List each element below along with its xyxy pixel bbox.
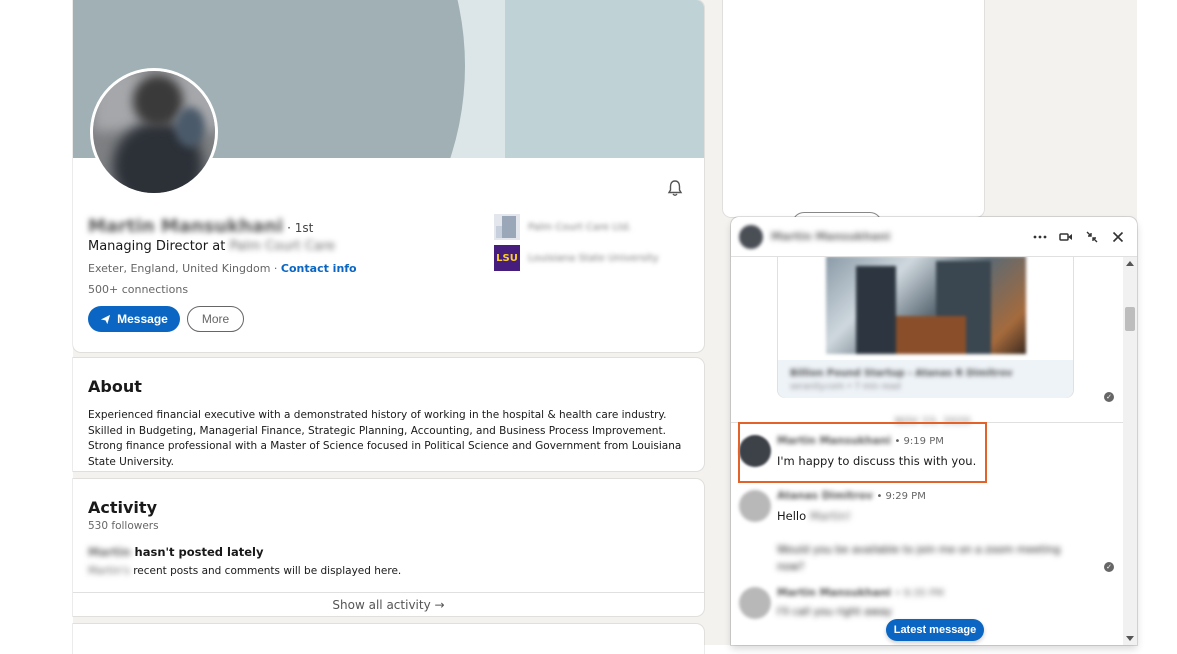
shared-link-card[interactable]: Billion Pound Startup - Atanas R Dimitro… [777,257,1074,398]
more-button[interactable]: More [187,306,244,332]
current-company[interactable]: Palm Court Care Ltd. [494,214,631,240]
seen-check-icon: ✓ [1104,562,1114,572]
followers-count: 530 followers [88,520,159,532]
scroll-thumb[interactable] [1125,307,1135,331]
message-scrollbar[interactable] [1123,257,1137,645]
minimize-icon[interactable] [1084,229,1100,245]
show-all-activity-button[interactable]: Show all activity → [73,592,704,616]
message-text: I'll call you right away [777,606,892,618]
link-title: Billion Pound Startup - Atanas R Dimitro… [790,368,1013,379]
activity-status: Martin hasn't posted lately [88,545,264,559]
about-text: Experienced financial executive with a d… [88,409,682,468]
scroll-up-icon[interactable] [1126,261,1134,266]
lsu-logo: LSU [494,245,520,271]
education-school[interactable]: LSU Louisiana State University [494,245,658,271]
link-thumbnail [826,257,1026,354]
connection-degree: · 1st [287,221,314,235]
connections-count: 500+ connections [88,283,189,296]
about-card: About Experienced financial executive wi… [73,358,704,471]
close-icon[interactable] [1110,229,1126,245]
conversation-name: Martin Mansukhani [771,230,891,243]
sidebar-card [723,0,984,217]
company-logo [494,214,520,240]
message-text: Hello Martin! [777,509,852,523]
profile-avatar[interactable] [90,68,218,196]
date-divider: NOV 23, 2020 [731,416,1123,436]
message-button[interactable]: Message [88,306,180,332]
activity-substatus: Martin's recent posts and comments will … [88,565,402,577]
message-text: Would you be available to join me on a z… [777,544,1061,556]
about-title: About [88,377,142,396]
seen-check-icon: ✓ [1104,392,1114,402]
profile-name: Martin Mansukhani [88,216,284,237]
bell-icon[interactable] [665,178,685,198]
profile-location: Exeter, England, United Kingdom · Contac… [88,262,357,275]
scroll-down-icon[interactable] [1126,636,1134,641]
activity-title: Activity [88,498,157,517]
headline-company: Palm Court Care [229,239,336,254]
contact-info-link[interactable]: Contact info [281,262,357,275]
profile-headline: Managing Director at Palm Court Care [88,239,336,254]
messaging-header[interactable]: Martin Mansukhani [731,217,1137,257]
profile-card: Martin Mansukhani · 1st Managing Directo… [73,0,704,352]
link-source: seranity.com • 7 min read [790,382,901,392]
messaging-window: Martin Mansukhani Billion Pound Startup … [731,217,1137,645]
sender-avatar[interactable] [739,435,771,467]
message-text: I'm happy to discuss this with you. [777,454,977,468]
message-list[interactable]: Billion Pound Startup - Atanas R Dimitro… [731,257,1123,645]
more-options-icon[interactable] [1032,229,1048,245]
latest-message-button[interactable]: Latest message [886,619,984,641]
sender-avatar[interactable] [739,587,771,619]
send-icon [101,314,111,324]
sender-avatar[interactable] [739,490,771,522]
video-call-icon[interactable] [1058,229,1074,245]
activity-card: Activity 530 followers Martin hasn't pos… [73,479,704,616]
next-section-card [73,624,704,654]
conversation-avatar [739,225,763,249]
message-text: now? [777,561,805,573]
